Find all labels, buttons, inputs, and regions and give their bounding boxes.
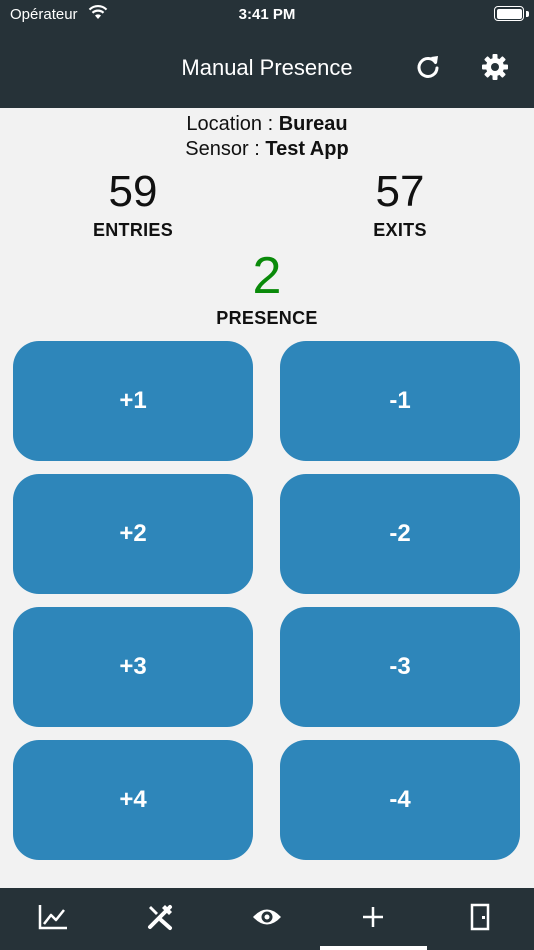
entries-label: ENTRIES [92,220,174,240]
exits-label: EXITS [373,220,427,240]
presence-stat: 2 PRESENCE [177,250,357,329]
tab-statistics[interactable] [0,888,106,950]
presence-count: 2 [252,247,282,305]
entries-count: 59 [108,167,158,216]
exits-stat: 57 EXITS [310,170,490,241]
minus-4-button[interactable]: -4 [280,740,520,860]
minus-1-button[interactable]: -1 [280,341,520,461]
location-row: Location : Bureau [0,113,534,136]
presence-label: PRESENCE [216,308,318,328]
refresh-icon [413,56,443,86]
exits-count: 57 [375,167,425,216]
plus-icon [361,905,385,934]
status-time: 3:41 PM [238,6,296,23]
battery-icon [494,6,524,21]
eye-icon [251,906,283,933]
chart-line-icon [37,903,69,936]
plus-2-button[interactable]: +2 [13,474,253,594]
entries-stat: 59 ENTRIES [43,170,223,241]
battery-tip [526,11,529,17]
tab-door[interactable] [427,888,533,950]
plus-1-button[interactable]: +1 [13,341,253,461]
door-icon [470,903,490,936]
sensor-value: Test App [265,138,349,160]
tab-manual-presence[interactable] [320,888,426,950]
location-value: Bureau [278,113,348,135]
minus-2-button[interactable]: -2 [280,474,520,594]
sensor-label: Sensor : [185,138,266,160]
gear-icon [480,54,510,86]
status-bar: Opérateur 3:41 PM [0,0,534,28]
settings-button[interactable] [480,52,510,82]
top-bar: Opérateur 3:41 PM Manual Presence [0,0,534,108]
page-title: Manual Presence [181,55,353,80]
plus-3-button[interactable]: +3 [13,607,253,727]
tab-tools[interactable] [107,888,213,950]
tab-view[interactable] [214,888,320,950]
refresh-button[interactable] [413,52,443,82]
tools-icon [145,902,175,937]
active-tab-indicator [320,946,427,950]
sensor-row: Sensor : Test App [0,138,534,161]
location-label: Location : [186,113,279,135]
tab-bar [0,888,534,950]
plus-4-button[interactable]: +4 [13,740,253,860]
minus-3-button[interactable]: -3 [280,607,520,727]
